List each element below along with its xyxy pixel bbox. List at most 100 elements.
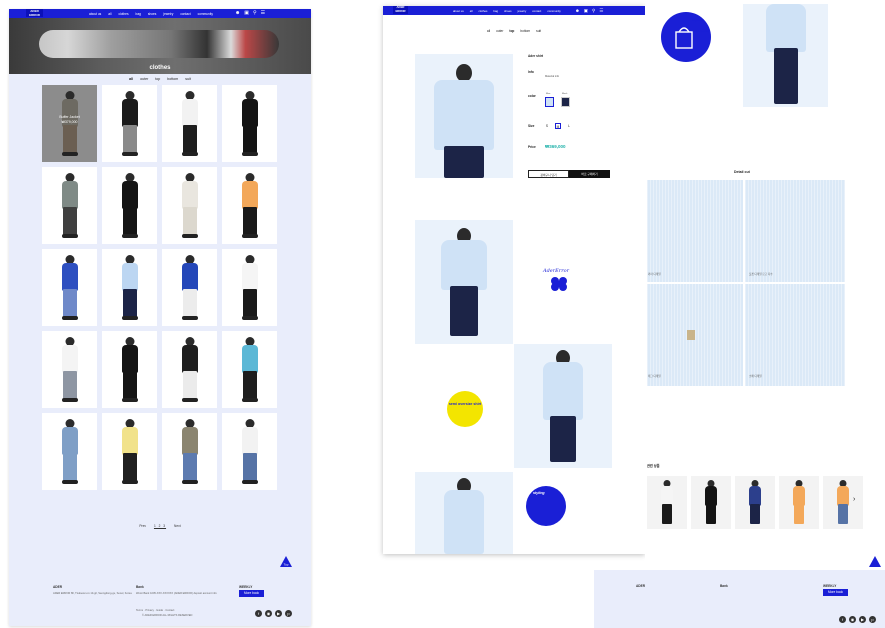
product-card[interactable] (162, 413, 217, 490)
detail-image-sleeve (745, 284, 845, 386)
product-card[interactable] (162, 249, 217, 326)
pinterest-icon[interactable]: p (285, 610, 292, 617)
nav-item[interactable]: bag (136, 12, 141, 16)
more-button[interactable]: More book (823, 589, 848, 596)
size-option-m[interactable]: M (555, 123, 561, 129)
category-tab-all[interactable]: all (129, 77, 133, 81)
related-product-card[interactable] (647, 476, 687, 529)
model-top (61, 181, 78, 209)
search-icon[interactable]: ⚲ (592, 7, 595, 14)
styling-label: styling (533, 491, 545, 495)
page-numbers[interactable]: 1 2 3 (154, 524, 166, 528)
product-card[interactable] (222, 85, 277, 162)
nav-item[interactable]: community (547, 9, 561, 13)
product-detail-page: ADER ERROR about us all clothes bag shoe… (383, 6, 645, 554)
nav-item[interactable]: all (470, 9, 473, 13)
nav-item[interactable]: shoes (148, 12, 157, 16)
category-tab-outer[interactable]: outer (140, 77, 148, 81)
model-top (837, 486, 849, 506)
color-swatch-black[interactable] (561, 97, 570, 107)
product-card[interactable] (102, 167, 157, 244)
scroll-top-button[interactable] (869, 555, 881, 567)
facebook-icon[interactable]: f (255, 610, 262, 617)
category-tab-top[interactable]: top (155, 77, 160, 81)
nav-item[interactable]: contact (180, 12, 190, 16)
product-card[interactable] (162, 167, 217, 244)
model-bottom (242, 207, 257, 235)
nav-item[interactable]: bag (493, 9, 498, 13)
product-card[interactable]: Buffer Jacket ₩379,000 (42, 85, 97, 162)
color-swatch-blue[interactable] (545, 97, 554, 107)
footer-col2-title: Bank (136, 585, 144, 589)
product-card[interactable] (102, 249, 157, 326)
product-card[interactable] (222, 413, 277, 490)
product-card[interactable] (222, 167, 277, 244)
user-icon[interactable]: ☻ (235, 10, 240, 17)
instagram-icon[interactable]: ◉ (265, 610, 272, 617)
model-top (121, 263, 138, 291)
product-card[interactable] (102, 331, 157, 408)
model-top (181, 181, 198, 209)
nav-item[interactable]: jewelry (518, 9, 527, 13)
cart-icon[interactable]: ▣ (584, 7, 588, 14)
buy-now-button[interactable]: 바로 구매하기 (569, 170, 610, 178)
info-text: Material info (545, 75, 560, 78)
product-card[interactable] (222, 331, 277, 408)
category-tabs: all outer top bottom suit (9, 77, 311, 81)
related-product-card[interactable] (735, 476, 775, 529)
product-card[interactable] (102, 85, 157, 162)
next-page-link[interactable]: Next (174, 524, 181, 528)
user-icon[interactable]: ☻ (575, 7, 580, 14)
product-card[interactable] (162, 331, 217, 408)
price-label: Price (528, 145, 536, 149)
nav-item[interactable]: shoes (504, 9, 511, 13)
facebook-icon[interactable]: f (839, 616, 846, 623)
brand-logo[interactable]: ADER ERROR (26, 9, 43, 17)
product-card[interactable] (102, 413, 157, 490)
pinterest-icon[interactable]: p (869, 616, 876, 623)
category-tab-top[interactable]: top (509, 29, 514, 33)
related-product-card[interactable] (779, 476, 819, 529)
youtube-icon[interactable]: ▶ (275, 610, 282, 617)
category-tab-outer[interactable]: outer (496, 29, 503, 33)
menu-icon[interactable]: ☰ (261, 10, 265, 17)
related-product-card[interactable] (691, 476, 731, 529)
product-card[interactable] (42, 413, 97, 490)
menu-icon[interactable]: ☰ (599, 7, 603, 14)
nav-item[interactable]: about us (453, 9, 464, 13)
nav-item[interactable]: clothes (118, 12, 128, 16)
size-option-s[interactable]: S (544, 123, 550, 129)
product-card[interactable] (42, 331, 97, 408)
nav-item[interactable]: community (198, 12, 213, 16)
youtube-icon[interactable]: ▶ (859, 616, 866, 623)
category-tab-suit[interactable]: suit (536, 29, 541, 33)
category-tab-suit[interactable]: suit (185, 77, 191, 81)
prev-page-link[interactable]: Prev (139, 524, 146, 528)
model-top (61, 345, 78, 373)
model-shoes (181, 316, 198, 320)
scroll-top-button[interactable]: Top (280, 555, 292, 567)
product-card[interactable] (162, 85, 217, 162)
size-option-l[interactable]: L (566, 123, 572, 129)
nav-item[interactable]: clothes (479, 9, 488, 13)
chevron-right-icon[interactable]: › (853, 496, 855, 503)
add-to-cart-button[interactable]: 장바구니 담기 (528, 170, 569, 178)
cart-icon[interactable]: ▣ (244, 10, 249, 17)
nav-item[interactable]: jewelry (163, 12, 173, 16)
instagram-icon[interactable]: ◉ (849, 616, 856, 623)
nav-item[interactable]: contact (532, 9, 541, 13)
more-button[interactable]: More book (239, 590, 264, 597)
product-card[interactable] (42, 167, 97, 244)
brand-logo[interactable]: ADER ERROR (393, 6, 408, 14)
category-tab-bottom[interactable]: bottom (167, 77, 178, 81)
nav-item[interactable]: all (108, 12, 111, 16)
search-icon[interactable]: ⚲ (253, 10, 257, 17)
related-product-card[interactable] (823, 476, 863, 529)
product-card[interactable] (42, 249, 97, 326)
product-card[interactable] (222, 249, 277, 326)
footer-links[interactable]: Terms · Privacy · Guide · Contact (136, 609, 174, 613)
category-tab-all[interactable]: all (487, 29, 490, 33)
category-tab-bottom[interactable]: bottom (520, 29, 530, 33)
stripe-pattern (647, 284, 743, 386)
nav-item[interactable]: about us (89, 12, 101, 16)
